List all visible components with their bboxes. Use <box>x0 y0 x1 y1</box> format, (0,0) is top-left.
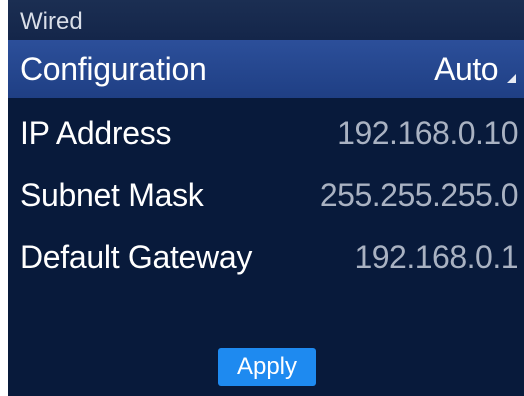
page-title: Wired <box>20 8 83 35</box>
configuration-label: Configuration <box>20 51 207 87</box>
ip-address-value: 192.168.0.10 <box>337 115 518 151</box>
subnet-mask-row: Subnet Mask 255.255.255.0 <box>8 166 524 224</box>
wired-settings-screen: Wired Configuration Auto IP Address 192.… <box>8 0 524 396</box>
default-gateway-label: Default Gateway <box>20 239 253 275</box>
configuration-row[interactable]: Configuration Auto <box>8 40 524 98</box>
default-gateway-value: 192.168.0.1 <box>354 239 518 275</box>
header-bar: Wired <box>8 0 524 40</box>
subnet-mask-label: Subnet Mask <box>20 177 204 213</box>
ip-address-row: IP Address 192.168.0.10 <box>8 104 524 162</box>
configuration-select[interactable]: Auto <box>434 50 498 88</box>
apply-button[interactable]: Apply <box>218 348 316 386</box>
default-gateway-row: Default Gateway 192.168.0.1 <box>8 228 524 286</box>
subnet-mask-value: 255.255.255.0 <box>319 177 519 213</box>
configuration-value: Auto <box>434 51 498 87</box>
dropdown-corner-icon <box>507 74 516 83</box>
ip-address-label: IP Address <box>20 115 172 151</box>
